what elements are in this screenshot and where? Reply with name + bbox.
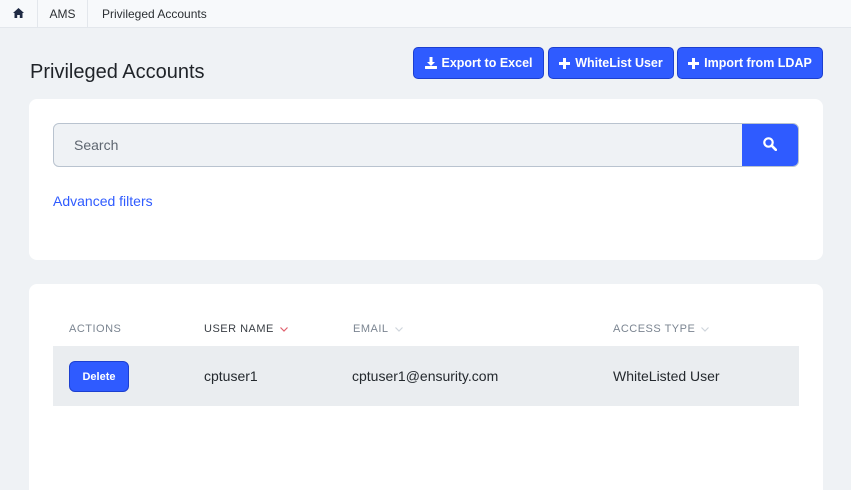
- search-box: [53, 123, 799, 167]
- breadcrumb-item-ams[interactable]: AMS: [38, 0, 88, 27]
- email-cell: cptuser1@ensurity.com: [352, 368, 499, 384]
- column-header-email[interactable]: EMAIL: [353, 323, 403, 335]
- search-icon: [763, 136, 778, 154]
- advanced-filters-link[interactable]: Advanced filters: [53, 193, 153, 209]
- import-from-ldap-label: Import from LDAP: [704, 56, 812, 70]
- plus-icon: [559, 57, 571, 69]
- breadcrumb-label: AMS: [49, 6, 76, 21]
- chevron-down-icon: [279, 323, 288, 335]
- plus-icon: [688, 57, 700, 69]
- export-to-excel-button[interactable]: Export to Excel: [413, 47, 544, 79]
- export-to-excel-label: Export to Excel: [441, 56, 533, 70]
- search-input[interactable]: [54, 124, 742, 166]
- accounts-table: ACTIONS USER NAME EMAIL ACCESS TYPE Dele…: [29, 284, 823, 490]
- column-header-label: USER NAME: [204, 323, 274, 335]
- access-type-cell: WhiteListed User: [613, 368, 720, 384]
- whitelist-user-label: WhiteList User: [575, 56, 663, 70]
- column-header-access-type[interactable]: ACCESS TYPE: [613, 323, 710, 335]
- breadcrumb: AMS Privileged Accounts: [0, 0, 851, 28]
- breadcrumb-home[interactable]: [0, 0, 38, 27]
- column-header-user-name[interactable]: USER NAME: [204, 323, 288, 335]
- table-row: Delete cptuser1 cptuser1@ensurity.com Wh…: [53, 346, 799, 406]
- import-from-ldap-button[interactable]: Import from LDAP: [677, 47, 823, 79]
- column-header-label: EMAIL: [353, 323, 389, 335]
- home-icon: [13, 7, 24, 21]
- column-header-label: ACCESS TYPE: [613, 323, 696, 335]
- chevron-down-icon: [394, 323, 403, 335]
- whitelist-user-button[interactable]: WhiteList User: [548, 47, 674, 79]
- breadcrumb-label: Privileged Accounts: [102, 6, 207, 21]
- download-icon: [424, 57, 437, 69]
- user-name-cell: cptuser1: [204, 368, 258, 384]
- chevron-down-icon: [701, 323, 710, 335]
- column-header-actions: ACTIONS: [69, 323, 121, 335]
- search-button[interactable]: [742, 124, 798, 166]
- search-card: Advanced filters: [29, 99, 823, 260]
- delete-button[interactable]: Delete: [69, 361, 129, 392]
- breadcrumb-item-current: Privileged Accounts: [88, 0, 219, 27]
- column-header-label: ACTIONS: [69, 323, 122, 335]
- page-title: Privileged Accounts: [30, 61, 205, 83]
